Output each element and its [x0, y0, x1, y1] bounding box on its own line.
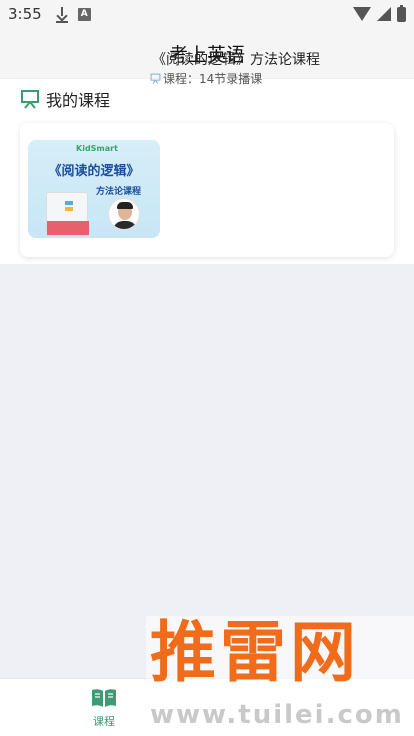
lesson-board-icon	[150, 73, 161, 84]
tab-courses[interactable]: 课程	[84, 687, 124, 731]
teacher-avatar	[108, 198, 140, 230]
thumbnail-subtitle: 方法论课程	[96, 187, 142, 197]
tab-courses-label: 课程	[93, 715, 115, 728]
watermark-url: www.tuilei.com	[150, 700, 404, 730]
thumbnail-title: 《阅读的逻辑》	[48, 164, 140, 179]
wifi-icon	[353, 7, 371, 21]
status-time: 3:55	[8, 5, 42, 23]
course-card[interactable]: KidSmart 《阅读的逻辑》 方法论课程	[20, 123, 394, 257]
course-thumbnail: KidSmart 《阅读的逻辑》 方法论课程	[28, 140, 160, 238]
course-meta: 课程：14节录播课	[150, 70, 262, 87]
watermark-logo: 推雷网	[150, 614, 360, 691]
book-cover-image	[46, 192, 89, 236]
book-icon	[92, 689, 116, 707]
section-title: 我的课程	[20, 88, 110, 110]
course-name: 《阅读的逻辑》方法论课程	[152, 52, 320, 68]
signal-icon	[377, 7, 391, 21]
battery-icon	[397, 4, 406, 22]
section-title-label: 我的课程	[46, 91, 111, 110]
status-bar: 3:55 A	[0, 0, 414, 28]
course-lesson-count: 课程：14节录播课	[163, 72, 263, 86]
thumbnail-logo: KidSmart	[76, 144, 118, 153]
board-icon	[21, 90, 39, 109]
a-badge-icon: A	[77, 7, 91, 21]
download-icon	[55, 7, 68, 23]
status-indicators	[353, 4, 406, 22]
